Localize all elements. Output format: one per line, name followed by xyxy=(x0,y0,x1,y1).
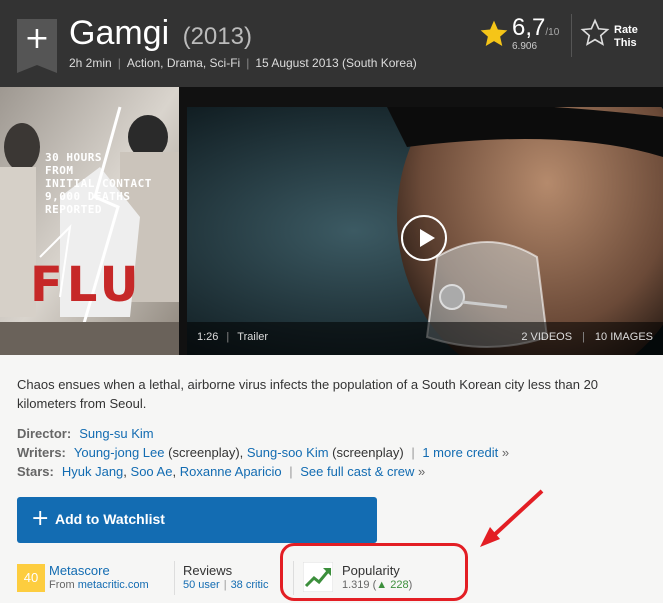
videos-link[interactable]: 2 VIDEOS xyxy=(521,331,572,343)
rating-value: 6,7/10 xyxy=(512,14,559,42)
chevron-right-icon: » xyxy=(501,445,510,460)
director-link[interactable]: Sung-su Kim xyxy=(79,426,153,441)
stars-row: Stars: Hyuk Jang, Soo Ae, Roxanne Aparici… xyxy=(17,464,426,479)
critic-reviews-link[interactable]: 38 critic xyxy=(231,579,269,591)
watchlist-label: Add to Watchlist xyxy=(55,511,165,527)
full-cast-link[interactable]: See full cast & crew xyxy=(300,464,414,479)
rating-number: 6,7 xyxy=(512,14,546,41)
poster-logo: FLU xyxy=(30,257,143,313)
video-meta: 1:26 | Trailer xyxy=(197,331,269,343)
poster-image[interactable]: 30 HOURS FROM INITIAL CONTACT 9,000 DEAT… xyxy=(0,87,179,355)
metacritic-link[interactable]: metacritic.com xyxy=(78,579,149,591)
user-reviews-link[interactable]: 50 user xyxy=(183,579,220,591)
metascore-source: From metacritic.com xyxy=(49,579,149,591)
metascore-link[interactable]: Metascore xyxy=(49,563,110,578)
rate-divider xyxy=(571,14,572,57)
writers-row: Writers: Young-jong Lee (screenplay), Sun… xyxy=(17,445,510,460)
writer-1-role: (screenplay), xyxy=(168,445,244,460)
plot-summary: Chaos ensues when a lethal, airborne vir… xyxy=(17,377,599,411)
poster-artwork xyxy=(0,87,179,355)
title-header: + Gamgi (2013) 2h 2min | Action, Drama, Sc… xyxy=(0,0,663,87)
director-row: Director: Sung-su Kim xyxy=(17,426,154,441)
title-subtext: 2h 2min | Action, Drama, Sci-Fi | 15 August … xyxy=(69,56,417,70)
reviews-title: Reviews xyxy=(183,563,233,578)
metascore-badge[interactable]: 40 xyxy=(17,564,45,592)
from-text: From xyxy=(49,579,75,591)
rating-max: /10 xyxy=(545,27,560,38)
writers-label: Writers: xyxy=(17,445,66,460)
title-text: Gamgi xyxy=(69,14,170,52)
plot-summary-wrapper: Chaos ensues when a lethal, airborne vir… xyxy=(0,355,663,603)
highlight-annotation xyxy=(280,543,468,601)
writer-link-2[interactable]: Sung-soo Kim xyxy=(247,445,329,460)
media-strip: 30 HOURS FROM INITIAL CONTACT 9,000 DEAT… xyxy=(0,87,663,355)
separator-comma: , xyxy=(123,464,127,479)
red-arrow-icon xyxy=(480,489,544,547)
reviews-links: 50 user | 38 critic xyxy=(183,579,269,591)
star-link-1[interactable]: Hyuk Jang xyxy=(62,464,123,479)
release-year-link[interactable]: (2013) xyxy=(183,23,252,50)
trailer-video[interactable]: 1:26 | Trailer xyxy=(187,107,663,355)
media-links: 2 VIDEOS | 10 IMAGES xyxy=(521,331,653,343)
writer-link-1[interactable]: Young-jong Lee xyxy=(74,445,165,460)
star-link-2[interactable]: Soo Ae xyxy=(131,464,173,479)
genres-link[interactable]: Action, Drama, Sci-Fi xyxy=(127,56,240,70)
play-button[interactable] xyxy=(401,215,447,261)
divider xyxy=(174,561,175,595)
runtime: 2h 2min xyxy=(69,56,112,70)
video-label: Trailer xyxy=(237,331,269,343)
watchlist-ribbon-button[interactable]: + xyxy=(17,19,57,73)
add-to-watchlist-button[interactable]: + Add to Watchlist xyxy=(17,497,377,543)
plus-icon: + xyxy=(31,506,50,531)
stars-label: Stars: xyxy=(17,464,54,479)
star-link-3[interactable]: Roxanne Aparicio xyxy=(180,464,282,479)
more-credit-link[interactable]: 1 more credit xyxy=(422,445,498,460)
star-icon xyxy=(480,20,508,46)
release-date-link[interactable]: 15 August 2013 (South Korea) xyxy=(255,56,416,70)
director-label: Director: xyxy=(17,426,72,441)
images-link[interactable]: 10 IMAGES xyxy=(595,331,653,343)
video-duration: 1:26 xyxy=(197,331,219,343)
plus-icon: + xyxy=(24,21,50,56)
chevron-right-icon: » xyxy=(418,464,426,479)
movie-title: Gamgi (2013) xyxy=(69,14,252,53)
rate-this-button[interactable]: Rate This xyxy=(580,18,650,52)
rating-count-link[interactable]: 6.906 xyxy=(512,41,537,52)
separator-comma: , xyxy=(172,464,177,479)
writer-2-role: (screenplay) xyxy=(332,445,404,460)
star-outline-icon xyxy=(580,18,610,46)
rate-this-label: Rate This xyxy=(614,24,638,49)
poster-tagline: 30 HOURS FROM INITIAL CONTACT 9,000 DEAT… xyxy=(45,151,152,216)
